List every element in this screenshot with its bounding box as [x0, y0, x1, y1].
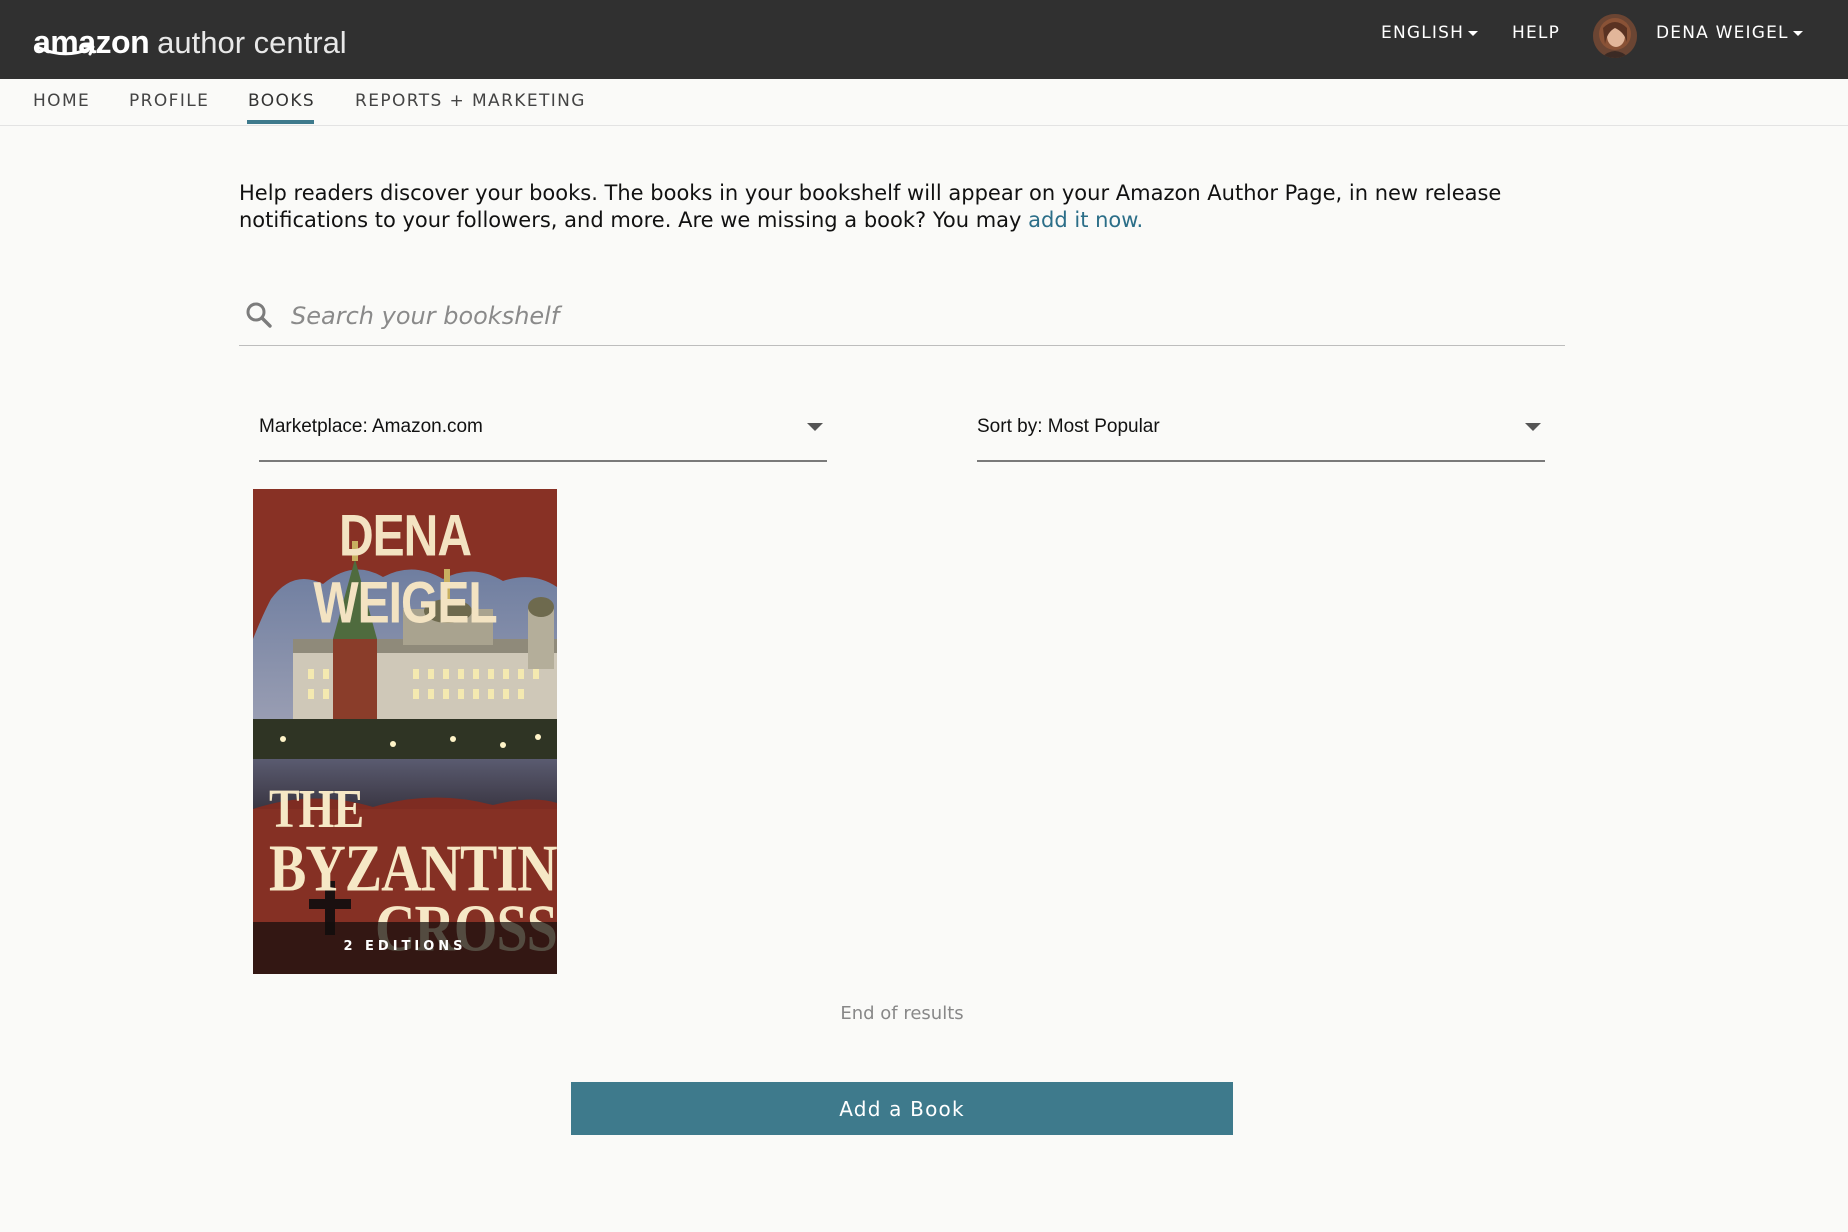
editions-bar: 2 EDITIONS: [253, 922, 557, 974]
search-input[interactable]: [291, 296, 1491, 336]
caret-down-icon: [1525, 423, 1541, 431]
sort-select-value: Sort by: Most Popular: [977, 416, 1160, 437]
avatar[interactable]: [1593, 14, 1637, 58]
book-title-line: THE: [269, 777, 364, 839]
marketplace-select-value: Marketplace: Amazon.com: [259, 416, 483, 437]
user-name: DENA WEIGEL: [1656, 23, 1789, 43]
add-book-button[interactable]: Add a Book: [571, 1082, 1233, 1135]
intro-body: Help readers discover your books. The bo…: [239, 181, 1502, 232]
marketplace-select[interactable]: Marketplace: Amazon.com: [259, 406, 827, 462]
language-label: ENGLISH: [1381, 23, 1465, 43]
tab-books[interactable]: BOOKS: [248, 91, 315, 111]
help-label: HELP: [1512, 23, 1561, 43]
bookshelf-search: [239, 290, 1565, 346]
author-central-logo[interactable]: amazon author central: [33, 14, 347, 58]
editions-count: 2 EDITIONS: [343, 939, 467, 954]
top-bar: amazon author central ENGLISH HELP DENA …: [0, 0, 1848, 79]
end-of-results: End of results: [840, 1003, 964, 1024]
user-menu[interactable]: DENA WEIGEL: [1656, 23, 1803, 43]
logo-product: author central: [157, 25, 347, 60]
search-icon: [246, 302, 272, 328]
caret-down-icon: [1792, 31, 1803, 36]
tab-reports-marketing[interactable]: REPORTS + MARKETING: [355, 91, 586, 111]
tab-profile[interactable]: PROFILE: [129, 91, 209, 111]
language-menu[interactable]: ENGLISH: [1381, 23, 1479, 43]
book-card[interactable]: DENA WEIGEL THE BYZANTINE CROSS 2 EDITIO…: [253, 489, 557, 974]
main-nav: HOME PROFILE BOOKS REPORTS + MARKETING: [0, 79, 1848, 126]
avatar-image: [1593, 14, 1637, 58]
sort-select[interactable]: Sort by: Most Popular: [977, 406, 1545, 462]
amazon-smile-icon: [35, 44, 95, 56]
book-cover-author: DENA WEIGEL: [313, 504, 497, 636]
add-it-now-link[interactable]: add it now.: [1028, 208, 1143, 232]
book-title-line: BYZANTINE: [269, 831, 557, 907]
caret-down-icon: [807, 423, 823, 431]
caret-down-icon: [1468, 31, 1479, 36]
intro-text: Help readers discover your books. The bo…: [239, 180, 1579, 234]
active-tab-indicator: [247, 120, 314, 124]
help-link[interactable]: HELP: [1512, 23, 1560, 43]
tab-home[interactable]: HOME: [33, 91, 90, 111]
